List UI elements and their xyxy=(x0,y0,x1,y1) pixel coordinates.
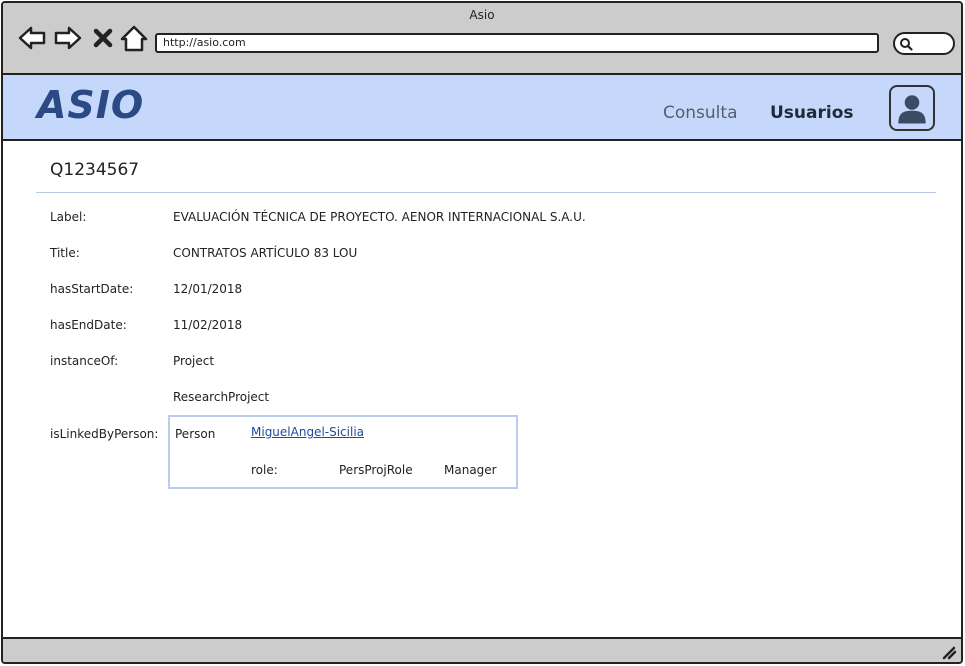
end-date-value: 11/02/2018 xyxy=(173,318,243,332)
instance-of-value: ResearchProject xyxy=(173,390,270,404)
nav-consulta[interactable]: Consulta xyxy=(663,103,737,123)
back-arrow-icon[interactable] xyxy=(17,23,47,53)
browser-search-field[interactable] xyxy=(893,32,955,55)
label-value: EVALUACIÓN TÉCNICA DE PROYECTO. AENOR IN… xyxy=(173,210,586,224)
home-icon[interactable] xyxy=(119,23,149,53)
start-date-value: 12/01/2018 xyxy=(173,282,243,296)
role-value: Manager xyxy=(444,463,497,477)
user-avatar-icon[interactable] xyxy=(889,85,935,131)
nav-usuarios[interactable]: Usuarios xyxy=(770,103,854,123)
forward-arrow-icon[interactable] xyxy=(53,23,83,53)
end-date-key: hasEndDate: xyxy=(50,318,127,332)
divider xyxy=(36,192,936,193)
role-type: PersProjRole xyxy=(339,463,413,477)
status-bar xyxy=(3,637,961,662)
title-value: CONTRATOS ARTÍCULO 83 LOU xyxy=(173,246,358,260)
linked-person-card: Person MiguelAngel-Sicilia role: PersPro… xyxy=(168,415,518,489)
role-label: role: xyxy=(251,463,278,477)
linked-by-person-key: isLinkedByPerson: xyxy=(50,427,159,441)
search-icon xyxy=(900,38,913,51)
start-date-key: hasStartDate: xyxy=(50,282,134,296)
close-icon[interactable] xyxy=(91,23,115,53)
resize-handle-icon[interactable] xyxy=(939,642,957,660)
page-title: Q1234567 xyxy=(50,160,140,180)
address-bar[interactable]: http://asio.com xyxy=(155,33,879,53)
brand-logo[interactable]: ASIO xyxy=(37,83,144,127)
label-key: Label: xyxy=(50,210,87,224)
app-header: ASIO Consulta Usuarios xyxy=(3,75,961,141)
instance-of-value: Project xyxy=(173,354,215,368)
title-key: Title: xyxy=(50,246,80,260)
window-title: Asio xyxy=(469,8,495,22)
browser-toolbar: Asio http://asio.com xyxy=(3,3,961,75)
browser-window: Asio http://asio.com ASIO Consulta Usuar… xyxy=(1,1,963,664)
person-type-label: Person xyxy=(175,427,216,441)
person-link[interactable]: MiguelAngel-Sicilia xyxy=(251,425,364,439)
instance-of-key: instanceOf: xyxy=(50,354,119,368)
detail-panel: Q1234567 Label: EVALUACIÓN TÉCNICA DE PR… xyxy=(3,143,961,638)
